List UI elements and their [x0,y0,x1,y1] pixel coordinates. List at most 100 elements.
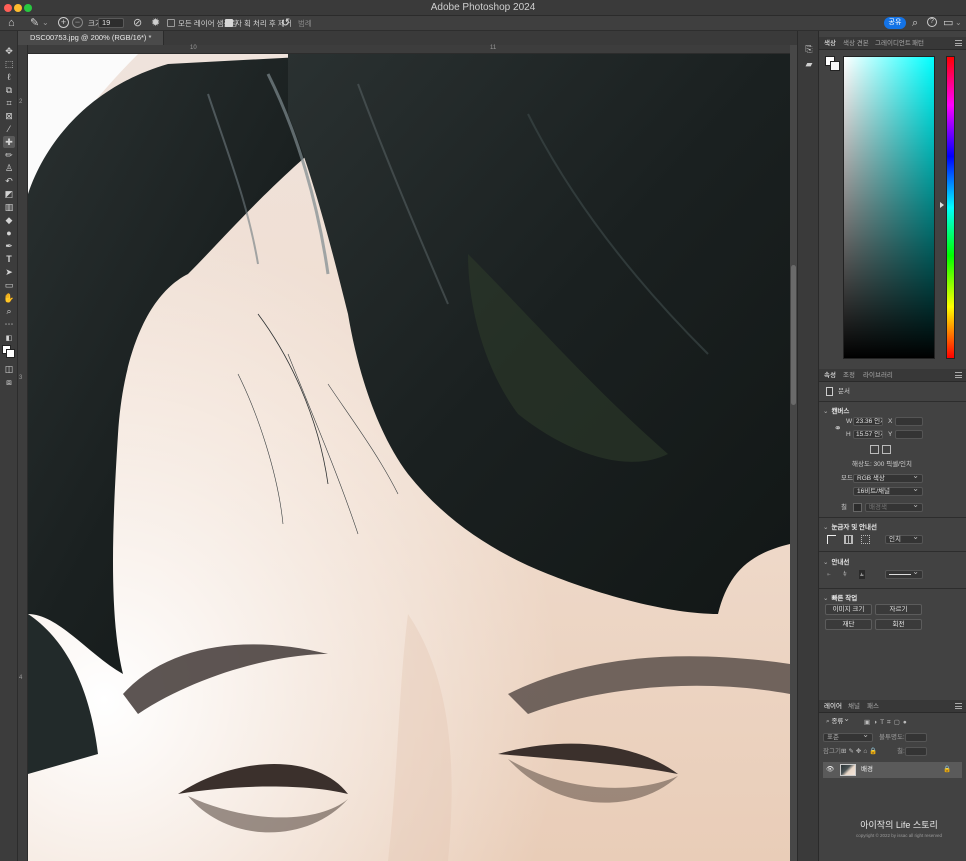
panel-background-swatch[interactable] [830,61,840,71]
canvas-vertical-scrollbar[interactable] [790,45,797,861]
brush-tool-icon[interactable]: ✏ [3,149,15,161]
tab-properties[interactable]: 속성 [824,369,836,382]
crop-tool-icon[interactable]: ⌗ [3,97,15,109]
history-brush-tool-icon[interactable]: ↶ [3,175,15,187]
eye-icon[interactable]: 👁 [826,765,834,774]
workspace-chevron-icon[interactable]: ⌄ [955,17,962,29]
auto-enhance-checkbox[interactable] [225,19,233,27]
brush-size-field[interactable]: 19 [98,18,124,28]
lock-icon[interactable]: 🔒 [943,765,951,774]
sample-all-layers-checkbox[interactable] [167,19,175,27]
screen-mode-icon[interactable]: ⧈ [3,376,15,388]
layer-row[interactable]: 👁 배경 🔒 [823,762,962,778]
eyedropper-tool-icon[interactable]: ⁄ [3,123,15,135]
blend-mode-select[interactable]: 표준 [823,731,873,742]
panel-menu-icon[interactable] [955,372,962,378]
add-to-selection-icon[interactable]: + [58,17,69,28]
lasso-tool-icon[interactable]: ℓ [3,71,15,83]
vertical-ruler[interactable]: 2 3 4 [18,45,28,861]
subtract-from-selection-icon[interactable]: − [72,17,83,28]
tab-patterns[interactable]: 패턴 [912,37,924,50]
path-select-tool-icon[interactable]: ➤ [3,266,15,278]
rotate-button[interactable]: 회전 [875,619,922,630]
document-canvas[interactable] [28,54,790,861]
object-select-tool-icon[interactable]: ⧉ [3,84,15,96]
rulers-toggle-icon[interactable] [827,535,836,544]
healing-brush-tool-icon[interactable]: ✚ [3,136,15,148]
color-mode-select[interactable]: RGB 색상 [853,472,923,483]
quick-select-icon[interactable]: ✎ [30,17,39,29]
guide-center-icon[interactable]: ⫩ [843,570,847,579]
pen-tool-icon[interactable]: ✒ [3,240,15,252]
search-icon[interactable]: ⌕ [912,17,918,29]
hue-slider[interactable] [946,56,955,359]
ruler-unit-select[interactable]: 인치 [885,533,923,544]
clone-stamp-tool-icon[interactable]: ♙ [3,162,15,174]
workspace-icon[interactable]: ▭ [943,17,953,29]
tab-layers[interactable]: 레이어 [824,700,842,713]
fill-opacity-field[interactable] [905,747,927,756]
tab-libraries[interactable]: 라이브러리 [863,369,893,382]
gear-icon[interactable]: ✹ [151,17,160,29]
home-icon[interactable]: ⌂ [8,17,15,29]
canvas-width-field[interactable]: 23.36 인치 [853,417,883,426]
color-field[interactable] [843,56,935,359]
panel-menu-icon[interactable] [955,40,962,46]
type-tool-icon[interactable]: T [3,253,15,265]
default-colors-icon[interactable]: ◧ [3,333,15,345]
rectangle-tool-icon[interactable]: ▭ [3,279,15,291]
zoom-tool-icon[interactable]: ⌕ [3,305,15,317]
refresh-icon[interactable]: ↺ [281,17,290,29]
guide-style-select[interactable] [885,568,923,579]
more-tools-icon[interactable]: ⋯ [3,318,15,330]
dodge-tool-icon[interactable]: ● [3,227,15,239]
canvas-y-field[interactable] [895,430,923,439]
guide-left-icon[interactable]: ⫦ [827,570,831,579]
history-icon[interactable]: ⎘ [804,44,814,54]
tab-swatches[interactable]: 색상 견본 [843,37,869,50]
landscape-orientation-icon[interactable] [882,445,891,454]
grid-toggle-icon[interactable] [844,535,853,544]
layer-filter-select[interactable]: ⌕ 종류 [823,715,853,727]
marquee-tool-icon[interactable]: ⬚ [3,58,15,70]
portrait-orientation-icon[interactable] [870,445,879,454]
guides-section-header[interactable]: ⌄ 안내선 [823,556,849,566]
comments-icon[interactable]: ▰ [804,59,814,69]
hue-marker-icon[interactable] [940,202,944,208]
share-button[interactable]: 공유 [884,17,906,29]
tab-adjustments[interactable]: 조정 [843,369,855,382]
guide-right-icon[interactable]: ⫨ [859,570,865,579]
blur-tool-icon[interactable]: ◆ [3,214,15,226]
eraser-tool-icon[interactable]: ◩ [3,188,15,200]
fill-select[interactable]: 배경색 [865,501,923,512]
crop-button[interactable]: 자르기 [875,604,922,615]
trim-button[interactable]: 재단 [825,619,872,630]
tab-channels[interactable]: 채널 [848,700,860,713]
layer-filter-icons[interactable]: ▣◑T⌗▢● [864,718,910,727]
canvas-section-header[interactable]: ⌄ 캔버스 [823,405,849,415]
canvas-height-field[interactable]: 15.57 인치 [853,430,883,439]
guides-toggle-icon[interactable] [861,535,870,544]
tool-preset-chevron-icon[interactable]: ⌄ [42,17,49,29]
opacity-field[interactable] [905,733,927,742]
scrollbar-thumb[interactable] [791,265,796,405]
help-icon[interactable]: ? [927,17,937,27]
quick-mask-icon[interactable]: ◫ [3,363,15,375]
frame-tool-icon[interactable]: ⊠ [3,110,15,122]
tab-color[interactable]: 색상 [824,37,836,50]
brush-settings-icon[interactable]: ⊘ [133,17,142,29]
panel-menu-icon[interactable] [955,703,962,709]
fill-color-swatch[interactable] [853,503,862,512]
tab-gradients[interactable]: 그레이디언트 [875,37,911,50]
move-tool-icon[interactable]: ✥ [3,45,15,57]
tab-paths[interactable]: 패스 [867,700,879,713]
background-color-swatch[interactable] [6,349,15,358]
image-size-button[interactable]: 이미지 크기 [825,604,872,615]
hand-tool-icon[interactable]: ✋ [3,292,15,304]
quick-actions-section-header[interactable]: ⌄ 빠른 작업 [823,592,857,602]
rulers-grids-section-header[interactable]: ⌄ 눈금자 및 안내선 [823,521,877,531]
document-tab[interactable]: DSC00753.jpg @ 200% (RGB/16*) * [18,31,165,45]
horizontal-ruler[interactable]: 10 11 [28,45,790,54]
lock-icons[interactable]: ⊞✎✥⌂🔒 [841,747,879,756]
canvas-x-field[interactable] [895,417,923,426]
